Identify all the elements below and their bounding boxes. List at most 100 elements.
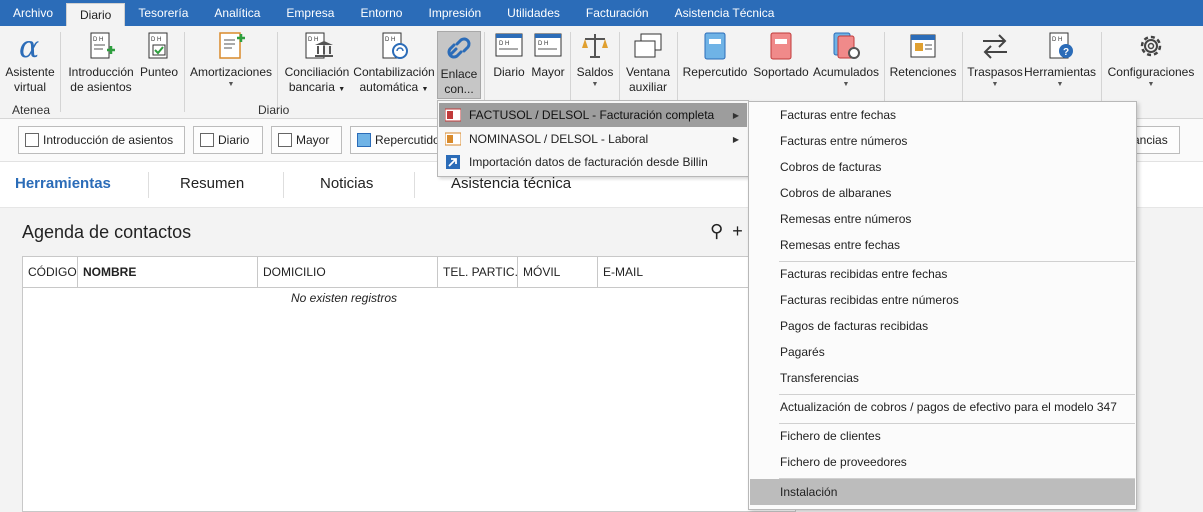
ledger-window-icon: [278, 133, 292, 147]
search-icon[interactable]: ⚲: [710, 221, 723, 241]
configuraciones-button[interactable]: Configuraciones ▼: [1106, 30, 1196, 100]
submenu-item[interactable]: Remesas entre números: [750, 206, 1135, 232]
column-domicilio[interactable]: DOMICILIO: [258, 257, 438, 287]
retenciones-button[interactable]: Retenciones: [889, 30, 957, 100]
journal-check-icon: D H: [148, 32, 168, 59]
conciliacion-bancaria-button[interactable]: D H Conciliación bancaria ▼: [283, 30, 351, 100]
alpha-icon: α: [19, 30, 39, 62]
menu-tab-entorno[interactable]: Entorno: [347, 0, 415, 26]
submenu-item[interactable]: Cobros de facturas: [750, 154, 1135, 180]
menu-item-factusol[interactable]: FACTUSOL / DELSOL - Facturación completa…: [439, 103, 747, 127]
quick-diario-button[interactable]: Diario: [193, 126, 263, 154]
add-icon[interactable]: +: [732, 221, 743, 241]
blue-book-icon: [704, 32, 726, 60]
journal-help-icon: D H?: [1049, 32, 1073, 59]
column-tel-partic[interactable]: TEL. PARTIC...: [438, 257, 518, 287]
mayor-view-button[interactable]: D H Mayor: [530, 30, 566, 100]
column-nombre[interactable]: NOMBRE: [78, 257, 258, 287]
menu-tab-utilidades[interactable]: Utilidades: [494, 0, 573, 26]
svg-text:D H: D H: [1052, 37, 1062, 43]
traspasos-button[interactable]: Traspasos ▼: [967, 30, 1023, 100]
submenu-item[interactable]: Facturas recibidas entre fechas: [750, 261, 1135, 287]
menu-tab-impresion[interactable]: Impresión: [415, 0, 494, 26]
submenu-item[interactable]: Transferencias: [750, 365, 1135, 391]
submenu-item[interactable]: Cobros de albaranes: [750, 180, 1135, 206]
factusol-submenu: Facturas entre fechas Facturas entre núm…: [748, 101, 1137, 510]
ledger-window-icon: D H: [534, 33, 562, 57]
svg-text:D H: D H: [385, 37, 395, 43]
quick-repercutido-button[interactable]: Repercutido: [350, 126, 450, 154]
ribbon-separator: [962, 32, 963, 112]
menu-bar: Archivo Diario Tesorería Analítica Empre…: [0, 0, 1203, 26]
submenu-item[interactable]: Facturas entre fechas: [750, 102, 1135, 128]
chevron-down-icon: ▼: [227, 81, 235, 88]
repercutido-button[interactable]: Repercutido: [682, 30, 748, 100]
ribbon-separator: [884, 32, 885, 112]
amortization-icon: [219, 32, 245, 59]
acumulados-button[interactable]: Acumulados ▼: [812, 30, 880, 100]
introduccion-asientos-button[interactable]: D H Introducción de asientos: [66, 30, 136, 100]
submenu-item[interactable]: Pagos de facturas recibidas: [750, 313, 1135, 339]
submenu-item-instalacion[interactable]: Instalación: [750, 479, 1135, 505]
amortizaciones-button[interactable]: Amortizaciones ▼: [190, 30, 272, 100]
menu-tab-analitica[interactable]: Analítica: [201, 0, 273, 26]
column-movil[interactable]: MÓVIL: [518, 257, 598, 287]
herramientas-button[interactable]: D H? Herramientas ▼: [1024, 30, 1096, 100]
tab-noticias[interactable]: Noticias: [320, 175, 373, 192]
menu-tab-empresa[interactable]: Empresa: [273, 0, 347, 26]
menu-item-billin[interactable]: Importación datos de facturación desde B…: [439, 150, 747, 174]
retentions-icon: [910, 34, 936, 58]
tab-separator: [283, 172, 284, 198]
diario-view-button[interactable]: D H Diario: [490, 30, 528, 100]
menu-tab-diario[interactable]: Diario: [66, 3, 126, 26]
red-book-icon: [770, 32, 792, 60]
tab-herramientas[interactable]: Herramientas: [15, 175, 111, 192]
saldos-button[interactable]: Saldos ▼: [576, 30, 614, 100]
auto-journal-icon: D H: [382, 32, 408, 59]
tab-asistencia-tecnica[interactable]: Asistencia técnica: [451, 175, 571, 192]
chevron-down-icon: ▼: [1147, 81, 1155, 88]
submenu-item[interactable]: Remesas entre fechas: [750, 232, 1135, 258]
quick-introduccion-button[interactable]: Introducción de asientos: [18, 126, 185, 154]
tab-resumen[interactable]: Resumen: [180, 175, 244, 192]
factusol-icon: [445, 108, 461, 122]
submenu-item[interactable]: Fichero de proveedores: [750, 449, 1135, 475]
blue-book-icon: [357, 133, 371, 147]
submenu-item[interactable]: Fichero de clientes: [750, 423, 1135, 449]
enlace-con-button[interactable]: Enlace con...: [437, 31, 481, 99]
svg-text:D H: D H: [308, 37, 318, 43]
submenu-item[interactable]: Facturas entre números: [750, 128, 1135, 154]
chevron-down-icon: ▼: [591, 81, 599, 88]
punteo-button[interactable]: D H Punteo: [139, 30, 179, 100]
chevron-down-icon: ▼: [1056, 81, 1064, 88]
ribbon-separator: [184, 32, 185, 112]
contabilizacion-automatica-button[interactable]: D H Contabilización automática ▼: [352, 30, 436, 100]
svg-text:?: ?: [1063, 47, 1069, 58]
submenu-item[interactable]: Pagarés: [750, 339, 1135, 365]
quick-tail-button[interactable]: ancias: [1130, 126, 1180, 154]
group-label-atenea: Atenea: [12, 103, 51, 117]
billin-arrow-icon: [446, 155, 460, 169]
contacts-grid: CÓDIGO NOMBRE DOMICILIO TEL. PARTIC... M…: [22, 256, 796, 512]
menu-tab-facturacion[interactable]: Facturación: [573, 0, 662, 26]
quick-mayor-button[interactable]: Mayor: [271, 126, 342, 154]
submenu-item[interactable]: Actualización de cobros / pagos de efect…: [750, 394, 1135, 420]
svg-text:D H: D H: [499, 41, 509, 47]
agenda-title: Agenda de contactos: [22, 222, 192, 242]
soportado-button[interactable]: Soportado: [750, 30, 812, 100]
nominasol-icon: [445, 132, 461, 146]
swap-arrows-icon: [983, 34, 1007, 59]
ventana-auxiliar-button[interactable]: Ventana auxiliar: [624, 30, 672, 100]
column-codigo[interactable]: CÓDIGO: [23, 257, 78, 287]
asistente-virtual-button[interactable]: α Asistente virtual: [4, 30, 56, 100]
submenu-item[interactable]: Facturas recibidas entre números: [750, 287, 1135, 313]
journal-window-icon: D H: [495, 33, 523, 57]
menu-item-nominasol[interactable]: NOMINASOL / DELSOL - Laboral ▶: [439, 127, 747, 151]
chevron-right-icon: ▶: [732, 110, 739, 120]
menu-tab-archivo[interactable]: Archivo: [0, 0, 66, 26]
menu-tab-asistencia[interactable]: Asistencia Técnica: [662, 0, 788, 26]
enlace-dropdown-menu: FACTUSOL / DELSOL - Facturación completa…: [437, 100, 749, 177]
menu-tab-tesoreria[interactable]: Tesorería: [125, 0, 201, 26]
gear-icon: [1140, 35, 1162, 57]
books-gear-icon: [833, 32, 860, 59]
